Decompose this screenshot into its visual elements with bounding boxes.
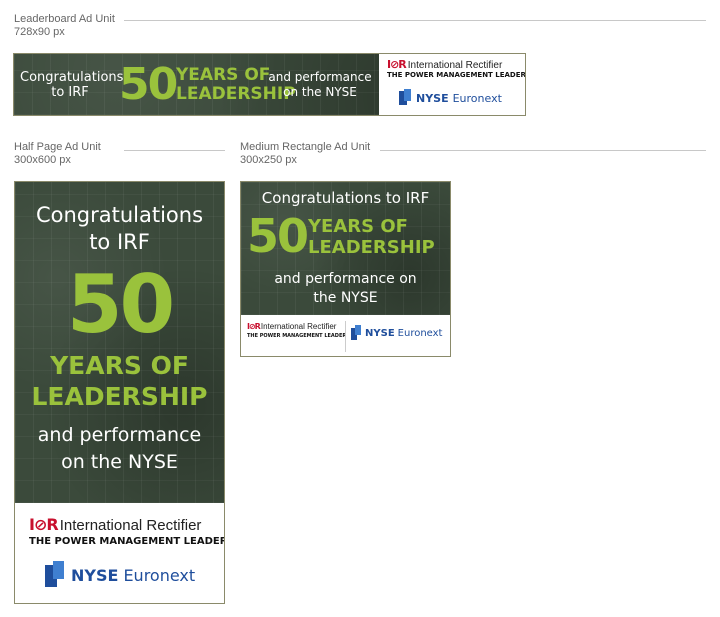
medium-rect-label: Medium Rectangle Ad Unit 300x250 px	[240, 141, 370, 167]
medium-rect-perf-line2: the NYSE	[313, 290, 378, 306]
medium-rect-fifty: 50	[247, 209, 309, 263]
euronext-wordmark: Euronext	[397, 327, 443, 339]
ir-name: International Rectifier	[407, 60, 503, 71]
half-page-perf-line1: and performance	[37, 424, 202, 446]
half-page-artwork: Congratulations to IRF 50 YEARS OF LEADE…	[15, 182, 224, 503]
leaderboard-dims: 728x90 px	[14, 26, 65, 38]
ir-name: International Rectifier	[59, 517, 202, 534]
euronext-wordmark: Euronext	[452, 91, 502, 105]
ir-name: International Rectifier	[260, 322, 337, 331]
half-page-label: Half Page Ad Unit 300x600 px	[14, 141, 101, 167]
medium-rect-dims: 300x250 px	[240, 154, 297, 166]
medium-rect-nyse-logo: NYSE Euronext	[351, 325, 442, 341]
nyse-wordmark: NYSE	[365, 327, 395, 339]
medium-rect-performance: and performance on the NYSE	[241, 270, 450, 308]
medium-rect-perf-line1: and performance on	[274, 271, 417, 287]
half-page-fifty: 50	[66, 258, 175, 351]
logo-divider	[345, 321, 346, 352]
leaderboard-congrats: Congratulations to IRF	[20, 70, 124, 100]
leaderboard-label: Leaderboard Ad Unit 728x90 px	[14, 13, 115, 39]
medium-rect-title: Medium Rectangle Ad Unit	[240, 141, 371, 153]
ir-mark-icon: I⊘R	[387, 58, 407, 71]
half-page-dims: 300x600 px	[14, 154, 71, 166]
leaderboard-perf-line1: and performance	[268, 70, 372, 84]
ir-tagline: THE POWER MANAGEMENT LEADER	[387, 71, 526, 79]
half-page-congrats: Congratulations to IRF	[15, 202, 224, 256]
medium-rect-years: YEARS OF LEADERSHIP	[308, 216, 435, 258]
half-page-years: YEARS OF LEADERSHIP	[15, 350, 224, 412]
medium-rect-congrats: Congratulations to IRF	[261, 189, 430, 207]
half-page-congrats-line1: Congratulations	[35, 203, 204, 227]
ir-tagline: THE POWER MANAGEMENT LEADER	[247, 333, 347, 339]
half-page-congrats-line2: to IRF	[89, 230, 150, 254]
nyse-icon	[45, 561, 64, 587]
half-page-years-of: YEARS OF	[50, 351, 189, 380]
half-page-nyse-logo: NYSE Euronext	[45, 561, 195, 589]
nyse-wordmark: NYSE	[416, 91, 449, 105]
medium-rect-ir-logo: I⊘R International Rectifier	[247, 322, 336, 331]
leaderboard-ad[interactable]: Congratulations to IRF 50 YEARS OF LEADE…	[13, 53, 526, 116]
ir-mark-icon: I⊘R	[29, 515, 59, 534]
half-page-leadership: LEADERSHIP	[31, 382, 208, 411]
ir-tagline: THE POWER MANAGEMENT LEADER	[29, 536, 225, 547]
half-page-ad[interactable]: Congratulations to IRF 50 YEARS OF LEADE…	[14, 181, 225, 604]
nyse-wordmark: NYSE	[71, 565, 119, 585]
medium-rect-years-of: YEARS OF	[308, 216, 408, 237]
medium-rect-artwork: Congratulations to IRF 50 YEARS OF LEADE…	[241, 182, 450, 315]
half-page-performance: and performance on the NYSE	[15, 422, 224, 476]
half-page-ir-logo: I⊘R International Rectifier	[29, 515, 201, 534]
leaderboard-congrats-line1: Congratulations	[20, 70, 124, 85]
half-page-perf-line2: on the NYSE	[61, 451, 178, 473]
medium-rect-logo-panel: I⊘R International Rectifier THE POWER MA…	[241, 315, 450, 356]
leaderboard-title: Leaderboard Ad Unit	[14, 13, 115, 25]
leaderboard-ir-logo: I⊘R International Rectifier	[387, 58, 502, 71]
medium-rect-divider	[380, 150, 706, 151]
nyse-icon	[399, 89, 411, 105]
leaderboard-logo-panel: I⊘R International Rectifier THE POWER MA…	[379, 54, 526, 115]
half-page-title: Half Page Ad Unit	[14, 141, 101, 153]
nyse-icon	[351, 325, 361, 340]
leaderboard-nyse-logo: NYSE Euronext	[399, 89, 502, 107]
leaderboard-fifty: 50	[119, 59, 178, 110]
leaderboard-congrats-line2: to IRF	[51, 85, 89, 100]
medium-rect-ad[interactable]: Congratulations to IRF 50 YEARS OF LEADE…	[240, 181, 451, 357]
half-page-divider	[124, 150, 225, 151]
euronext-wordmark: Euronext	[123, 565, 196, 585]
half-page-logo-panel: I⊘R International Rectifier THE POWER MA…	[15, 503, 225, 603]
ir-mark-icon: I⊘R	[247, 322, 261, 331]
leaderboard-divider	[124, 20, 706, 21]
leaderboard-performance: and performance on the NYSE	[260, 70, 380, 100]
medium-rect-leadership: LEADERSHIP	[308, 237, 435, 258]
leaderboard-perf-line2: on the NYSE	[283, 85, 357, 99]
